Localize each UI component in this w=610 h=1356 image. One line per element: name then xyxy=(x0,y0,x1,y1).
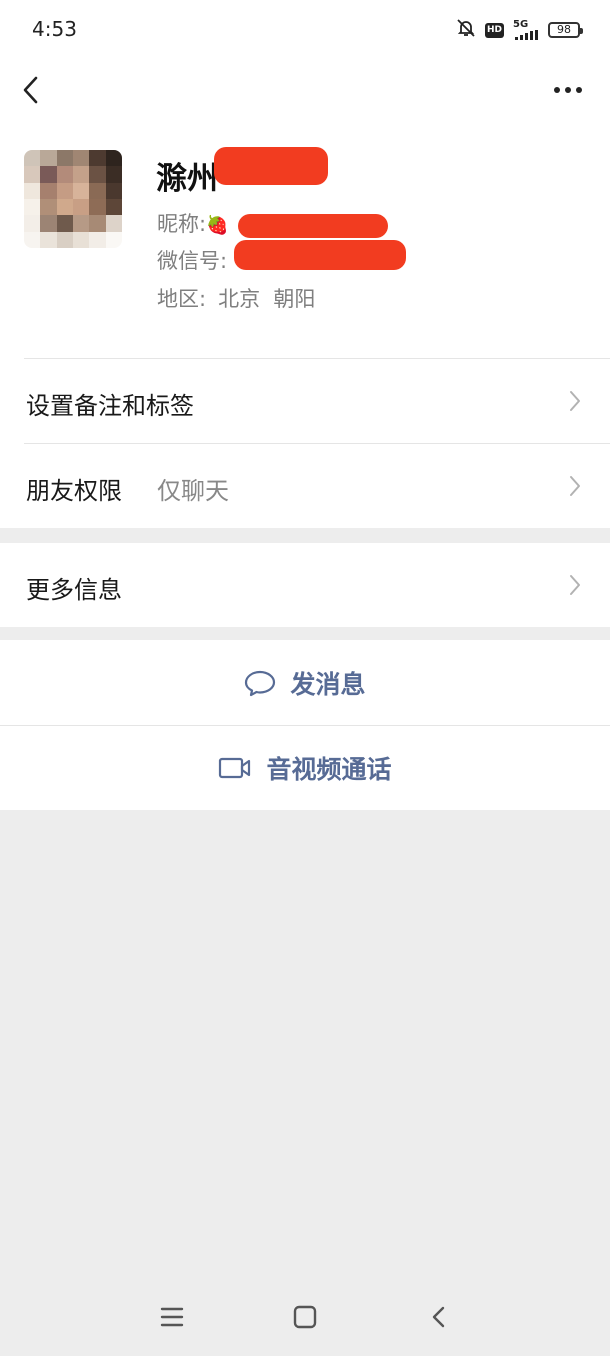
row-label: 朋友权限 xyxy=(26,477,122,505)
bell-muted-icon xyxy=(456,18,476,42)
region-value: 北京 朝阳 xyxy=(218,287,316,311)
chevron-right-icon xyxy=(570,476,580,496)
battery-icon: 98 xyxy=(548,22,583,38)
row-remark-tags[interactable]: 设置备注和标签 xyxy=(0,359,610,443)
name-redaction xyxy=(214,147,328,185)
strawberry-emoji: 🍓 xyxy=(206,215,229,236)
friend-permission-value: 仅聊天 xyxy=(157,477,229,505)
row-more-info[interactable]: 更多信息 xyxy=(0,543,610,627)
video-call-label: 音视频通话 xyxy=(266,755,392,784)
send-message-button[interactable]: 发消息 xyxy=(0,640,610,725)
nickname-label: 昵称: xyxy=(157,212,207,236)
video-camera-icon xyxy=(219,757,251,779)
back-icon[interactable] xyxy=(430,1305,446,1329)
profile-name: 滁州 xyxy=(156,161,218,197)
region-label: 地区: xyxy=(157,287,207,311)
home-icon[interactable] xyxy=(293,1305,317,1329)
row-friend-permission[interactable]: 朋友权限 仅聊天 xyxy=(0,444,610,528)
send-message-label: 发消息 xyxy=(290,669,366,699)
menu-icon[interactable] xyxy=(160,1306,184,1328)
nickname-line: 昵称:🍓 xyxy=(157,208,229,238)
chevron-right-icon xyxy=(570,575,580,595)
chat-bubble-icon xyxy=(245,670,276,696)
status-bar: 4:53 HD 5G 98 xyxy=(0,0,610,60)
row-label: 设置备注和标签 xyxy=(26,392,194,420)
hd-icon: HD xyxy=(484,22,504,38)
ellipsis-icon[interactable] xyxy=(552,78,584,102)
chevron-left-icon[interactable] xyxy=(18,72,46,108)
region-line: 地区: 北京 朝阳 xyxy=(157,283,315,313)
video-call-button[interactable]: 音视频通话 xyxy=(0,726,610,810)
signal-icon: 5G xyxy=(513,20,539,40)
wechat-id-label: 微信号: xyxy=(157,249,228,273)
chevron-right-icon xyxy=(570,391,580,411)
avatar[interactable] xyxy=(24,150,122,248)
status-time: 4:53 xyxy=(32,17,77,41)
nav-bar xyxy=(0,62,610,118)
nickname-redaction xyxy=(238,214,388,238)
system-nav-bar xyxy=(0,1280,610,1356)
wechat-id-redaction xyxy=(234,240,406,270)
wechat-id-line: 微信号: xyxy=(157,245,227,275)
row-label: 更多信息 xyxy=(26,576,122,604)
